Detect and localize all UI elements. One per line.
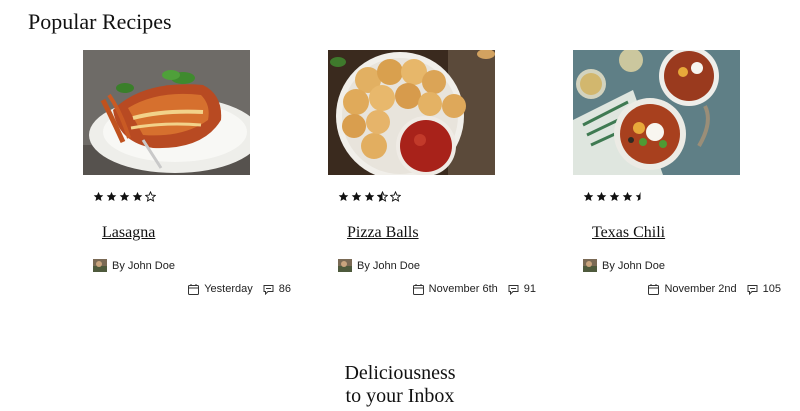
recipe-card-lasagna: Lasagna By John Doe Yesterday 86 — [83, 50, 293, 300]
author-name: By John Doe — [112, 259, 175, 272]
avatar — [338, 259, 352, 272]
recipe-title-link[interactable]: Texas Chili — [592, 224, 665, 242]
star-icon — [364, 191, 375, 202]
author: By John Doe — [583, 259, 665, 272]
recipe-meta: November 2nd 105 — [648, 283, 781, 295]
star-icon — [132, 191, 143, 202]
rating-stars — [338, 191, 401, 205]
recipe-title-link[interactable]: Lasagna — [102, 224, 155, 242]
star-half-icon — [635, 191, 646, 202]
star-icon — [351, 191, 362, 202]
recipe-meta: November 6th 91 — [412, 283, 536, 295]
star-icon — [583, 191, 594, 202]
comment-count: 105 — [762, 283, 781, 295]
calendar-icon — [412, 283, 424, 295]
avatar — [93, 259, 107, 272]
comment-icon — [508, 284, 519, 295]
star-half-icon — [377, 191, 388, 202]
star-icon — [338, 191, 349, 202]
post-date: Yesterday — [204, 283, 253, 295]
post-date: November 2nd — [664, 283, 737, 295]
recipe-title-link[interactable]: Pizza Balls — [347, 224, 419, 242]
author-name: By John Doe — [357, 259, 420, 272]
star-icon — [106, 191, 117, 202]
newsletter-line-2: to your Inbox — [345, 385, 455, 407]
recipe-card-texas-chili: Texas Chili By John Doe November 2nd 105 — [573, 50, 783, 300]
author-name: By John Doe — [602, 259, 665, 272]
recipe-card-pizza-balls: Pizza Balls By John Doe November 6th 91 — [328, 50, 538, 300]
star-icon — [93, 191, 104, 202]
star-icon — [119, 191, 130, 202]
calendar-icon — [648, 283, 660, 295]
comment-icon — [263, 284, 274, 295]
page-title: Popular Recipes — [28, 9, 172, 34]
star-outline-icon — [390, 191, 401, 202]
star-icon — [622, 191, 633, 202]
rating-stars — [93, 191, 156, 205]
recipe-image-pizza-balls[interactable] — [328, 50, 495, 175]
star-icon — [609, 191, 620, 202]
recipe-image-texas-chili[interactable] — [573, 50, 740, 175]
comment-count: 91 — [523, 283, 536, 295]
post-date: November 6th — [428, 283, 498, 295]
newsletter-heading: Deliciousness to your Inbox — [0, 362, 800, 408]
rating-stars — [583, 191, 646, 205]
newsletter-line-1: Deliciousness — [344, 362, 456, 384]
recipe-image-lasagna[interactable] — [83, 50, 250, 175]
author: By John Doe — [93, 259, 175, 272]
avatar — [583, 259, 597, 272]
calendar-icon — [188, 283, 200, 295]
star-icon — [596, 191, 607, 202]
comment-count: 86 — [278, 283, 291, 295]
star-outline-icon — [145, 191, 156, 202]
comment-icon — [747, 284, 758, 295]
recipe-meta: Yesterday 86 — [188, 283, 291, 295]
author: By John Doe — [338, 259, 420, 272]
